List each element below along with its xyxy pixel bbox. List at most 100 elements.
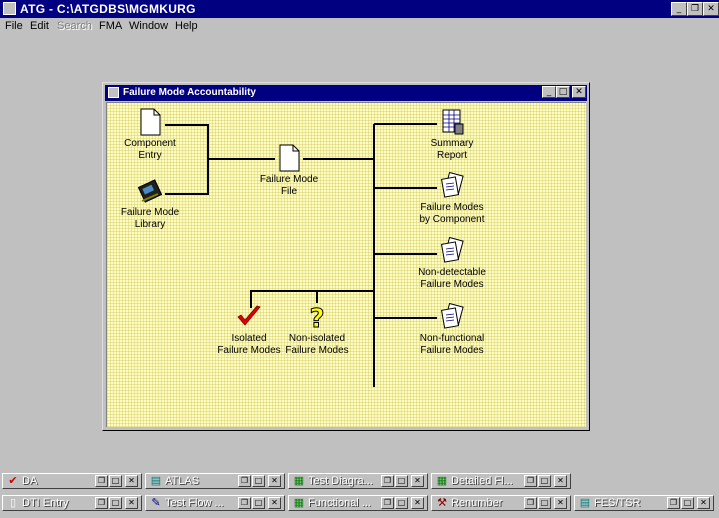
maximize-button[interactable]: □ [109,475,122,487]
minimize-button[interactable]: _ [671,2,687,16]
node-label: Non-isolated Failure Modes [285,333,349,356]
restore-button[interactable]: ❐ [95,497,108,509]
maximize-button[interactable]: □ [538,497,551,509]
close-button[interactable]: ✕ [703,2,719,16]
minimized-window-label: Detailed Fl... [451,475,513,487]
close-button[interactable]: ✕ [125,497,138,509]
minimized-window-renumber[interactable]: ⚒ Renumber ❐ □ ✕ [431,495,571,511]
child-title: Failure Mode Accountability [123,87,256,98]
restore-button[interactable]: ❐ [524,475,537,487]
minimized-window-label: FES/TSR [594,497,641,509]
maximize-button[interactable]: □ [252,475,265,487]
node-component-entry[interactable]: Component Entry [105,108,195,162]
restore-button[interactable]: ❐ [95,475,108,487]
menu-edit[interactable]: Edit [30,20,49,32]
minimized-window-fes-tsr[interactable]: ▤ FES/TSR ❐ □ ✕ [574,495,714,511]
app-icon[interactable] [3,2,16,15]
node-failure-modes-by-component[interactable]: Failure Modes by Component [407,172,497,226]
minimized-window-label: DTI Entry [22,497,69,509]
menu-window[interactable]: Window [129,20,168,32]
child-window-icon[interactable] [108,87,119,98]
maximize-button[interactable]: □ [538,475,551,487]
minimized-window-label: ATLAS [165,475,200,487]
document-icon [279,144,300,172]
document-icon: ▯ [9,497,17,509]
menu-bar: File Edit Search FMA Window Help [0,18,719,36]
close-button[interactable]: ✕ [554,475,567,487]
spreadsheet-icon [442,109,464,135]
node-failure-mode-library[interactable]: Failure Mode Library [105,177,195,231]
minimized-window-label: Renumber [451,497,503,509]
report-stack-icon [440,172,464,198]
question-mark-icon: ? [309,304,325,332]
minimized-window-functional[interactable]: ▦ Functional ... ❐ □ ✕ [288,495,428,511]
child-titlebar[interactable]: Failure Mode Accountability _ □ ✕ [105,85,587,101]
node-summary-report[interactable]: Summary Report [407,108,497,162]
node-label: Failure Mode File [259,174,319,197]
flow-icon: ✎ [151,497,161,509]
diagram-icon: ▦ [293,475,305,487]
node-label: Non-detectable Failure Modes [418,267,486,290]
app-titlebar: ATG - C:\ATGDBS\MGMKURG _ ❐ ✕ [0,0,719,18]
node-non-functional-failure-modes[interactable]: Non-functional Failure Modes [407,303,497,357]
node-label: Non-functional Failure Modes [419,333,485,356]
restore-button[interactable]: ❐ [238,497,251,509]
menu-fma[interactable]: FMA [99,20,122,32]
node-label: Failure Mode Library [120,207,180,230]
minimized-window-label: Test Flow ... [165,497,224,509]
close-button[interactable]: ✕ [125,475,138,487]
diagram-icon: ▦ [436,475,448,487]
close-button[interactable]: ✕ [697,497,710,509]
node-label: Failure Modes by Component [419,202,485,225]
child-maximize-button[interactable]: □ [556,86,570,98]
close-button[interactable]: ✕ [554,497,567,509]
document-icon [140,108,161,136]
minimized-window-detailed-flow[interactable]: ▦ Detailed Fl... ❐ □ ✕ [431,473,571,489]
minimized-window-dti-entry[interactable]: ▯ DTI Entry ❐ □ ✕ [2,495,142,511]
maximize-button[interactable]: □ [395,497,408,509]
report-stack-icon [440,237,464,263]
minimized-window-label: Test Diagra... [308,475,373,487]
close-button[interactable]: ✕ [411,475,424,487]
close-button[interactable]: ✕ [268,475,281,487]
minimized-window-test-flow[interactable]: ✎ Test Flow ... ❐ □ ✕ [145,495,285,511]
node-non-isolated-failure-modes[interactable]: ? Non-isolated Failure Modes [272,303,362,357]
maximize-button[interactable]: □ [681,497,694,509]
node-failure-mode-file[interactable]: Failure Mode File [244,144,334,198]
maximize-button[interactable]: □ [109,497,122,509]
report-stack-icon [440,303,464,329]
node-label: Component Entry [124,138,176,161]
notepad-icon: ▤ [579,497,591,509]
restore-button[interactable]: ❐ [524,497,537,509]
maximize-button[interactable]: □ [252,497,265,509]
notepad-icon: ▤ [150,475,162,487]
library-icon [137,179,163,203]
restore-button[interactable]: ❐ [381,475,394,487]
maximize-button[interactable]: □ [395,475,408,487]
close-button[interactable]: ✕ [268,497,281,509]
menu-file[interactable]: File [5,20,23,32]
diagram-icon: ▦ [293,497,305,509]
minimized-window-da[interactable]: ✔ DA ❐ □ ✕ [2,473,142,489]
app-title: ATG - C:\ATGDBS\MGMKURG [20,2,196,16]
child-close-button[interactable]: ✕ [572,86,586,98]
restore-button[interactable]: ❐ [381,497,394,509]
minimized-window-test-diagram[interactable]: ▦ Test Diagra... ❐ □ ✕ [288,473,428,489]
minimized-window-label: DA [22,475,38,487]
menu-search[interactable]: Search [57,20,92,32]
minimized-window-atlas[interactable]: ▤ ATLAS ❐ □ ✕ [145,473,285,489]
minimized-window-label: Functional ... [308,497,371,509]
child-minimize-button[interactable]: _ [542,86,556,98]
close-button[interactable]: ✕ [411,497,424,509]
restore-button[interactable]: ❐ [667,497,680,509]
diagram-canvas: Component Entry Failure Mode Library Fai… [106,102,586,427]
restore-button[interactable]: ❐ [238,475,251,487]
restore-button[interactable]: ❐ [687,2,703,16]
node-non-detectable-failure-modes[interactable]: Non-detectable Failure Modes [407,237,497,291]
failure-mode-accountability-window: Failure Mode Accountability _ □ ✕ Compon… [102,82,590,431]
tools-icon: ⚒ [437,497,447,509]
checkmark-icon: ✔ [8,475,18,487]
node-label: Summary Report [430,138,474,161]
svg-text:?: ? [309,304,324,331]
menu-help[interactable]: Help [175,20,198,32]
